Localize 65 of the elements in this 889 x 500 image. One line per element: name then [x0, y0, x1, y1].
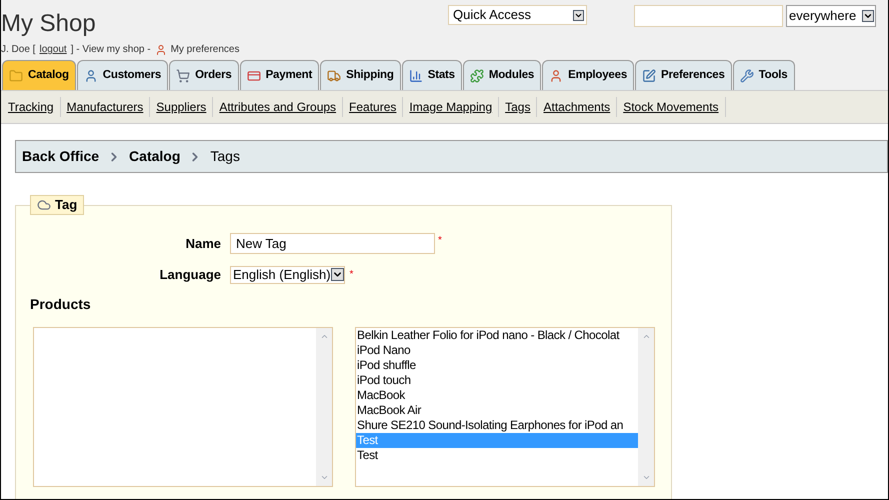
caret-icon	[862, 10, 874, 22]
scrollbar[interactable]	[638, 328, 654, 486]
caret-icon	[330, 268, 344, 282]
required-mark: *	[438, 234, 442, 248]
cart-icon	[176, 68, 190, 82]
scrollbar[interactable]	[316, 328, 332, 486]
language-dropdown[interactable]: English (English)	[230, 266, 345, 284]
product-option[interactable]: Shure SE210 Sound-Isolating Earphones for iPod an	[356, 418, 638, 432]
required-mark: *	[350, 268, 354, 282]
nav-tab[interactable]: Preferences	[635, 60, 732, 90]
subnav-link[interactable]: Tags	[499, 97, 538, 117]
product-option[interactable]: Test	[356, 448, 638, 462]
truck-icon	[327, 68, 342, 82]
nav-tab[interactable]: Catalog	[2, 60, 76, 90]
folder-icon	[9, 68, 23, 82]
user-icon	[549, 68, 564, 82]
nav-tab[interactable]: Customers	[76, 60, 168, 90]
search-scope-dropdown[interactable]: everywhere	[786, 5, 876, 27]
nav-tab[interactable]: Payment	[240, 60, 320, 90]
nav-tab[interactable]: Shipping	[320, 60, 401, 90]
nav-tab[interactable]: Modules	[462, 60, 542, 90]
subnav-link[interactable]: Tracking	[2, 97, 61, 117]
subnav-link[interactable]: Manufacturers	[60, 97, 150, 117]
user-icon	[154, 44, 167, 56]
selected-products-list[interactable]	[33, 326, 333, 486]
name-label: Name	[184, 234, 222, 253]
wrench-icon	[740, 68, 754, 82]
view-shop-link[interactable]: ] - View my shop -	[70, 42, 151, 57]
subnav-link[interactable]: Attachments	[537, 97, 618, 117]
credit-card-icon	[246, 68, 261, 82]
product-option[interactable]: MacBook Air	[356, 402, 638, 418]
user-name: J. Doe [	[1, 43, 36, 57]
nav-tab[interactable]: Employees	[542, 60, 634, 90]
product-option[interactable]: iPod Nano	[356, 342, 638, 358]
nav-tab[interactable]: Stats	[402, 60, 462, 90]
puzzle-icon	[470, 68, 484, 82]
breadcrumb-item[interactable]: Catalog	[129, 146, 180, 167]
preferences-link[interactable]: My preferences	[170, 42, 240, 57]
nav-tab[interactable]: Tools	[732, 60, 794, 90]
subnav-link[interactable]: Features	[343, 97, 404, 117]
product-option[interactable]: iPod shuffle	[356, 358, 638, 372]
breadcrumb-item[interactable]: Back Office	[22, 146, 100, 167]
name-input[interactable]: New Tag	[230, 233, 435, 254]
language-label: Language	[158, 266, 222, 284]
subnav-link[interactable]: Stock Movements	[617, 97, 726, 117]
bar-chart-icon	[408, 68, 423, 82]
product-option[interactable]: Belkin Leather Folio for iPod nano - Black / Chocolat	[356, 328, 638, 342]
available-products-list[interactable]: Belkin Leather Folio for iPod nano - Black / Chocolat iPod Nano iPod shuffle iPod touch MacBook MacBook Air Shure SE210 Sound-Isolating Earphones for iPod an Test Test	[355, 326, 655, 486]
subnav-link[interactable]: Image Mapping	[403, 97, 500, 117]
user-icon	[84, 68, 98, 82]
quick-access-dropdown[interactable]: Quick Access	[448, 5, 587, 25]
logout-link[interactable]: logout	[39, 42, 67, 57]
caret-icon	[573, 10, 584, 20]
nav-tab[interactable]: Orders	[169, 60, 239, 90]
pencil-icon	[642, 68, 656, 82]
subnav-link[interactable]: Suppliers	[150, 97, 214, 117]
search-field[interactable]	[634, 5, 783, 27]
shop-title: My Shop	[1, 9, 96, 39]
products-label: Products	[30, 294, 91, 314]
fieldset-legend: Tag	[30, 195, 84, 215]
subnav-link[interactable]: Attributes and Groups	[213, 97, 344, 117]
cloud-icon	[37, 198, 51, 212]
product-option[interactable]: iPod touch	[356, 372, 638, 388]
breadcrumb-item: Tags	[210, 147, 240, 166]
product-option[interactable]: MacBook	[356, 388, 638, 402]
